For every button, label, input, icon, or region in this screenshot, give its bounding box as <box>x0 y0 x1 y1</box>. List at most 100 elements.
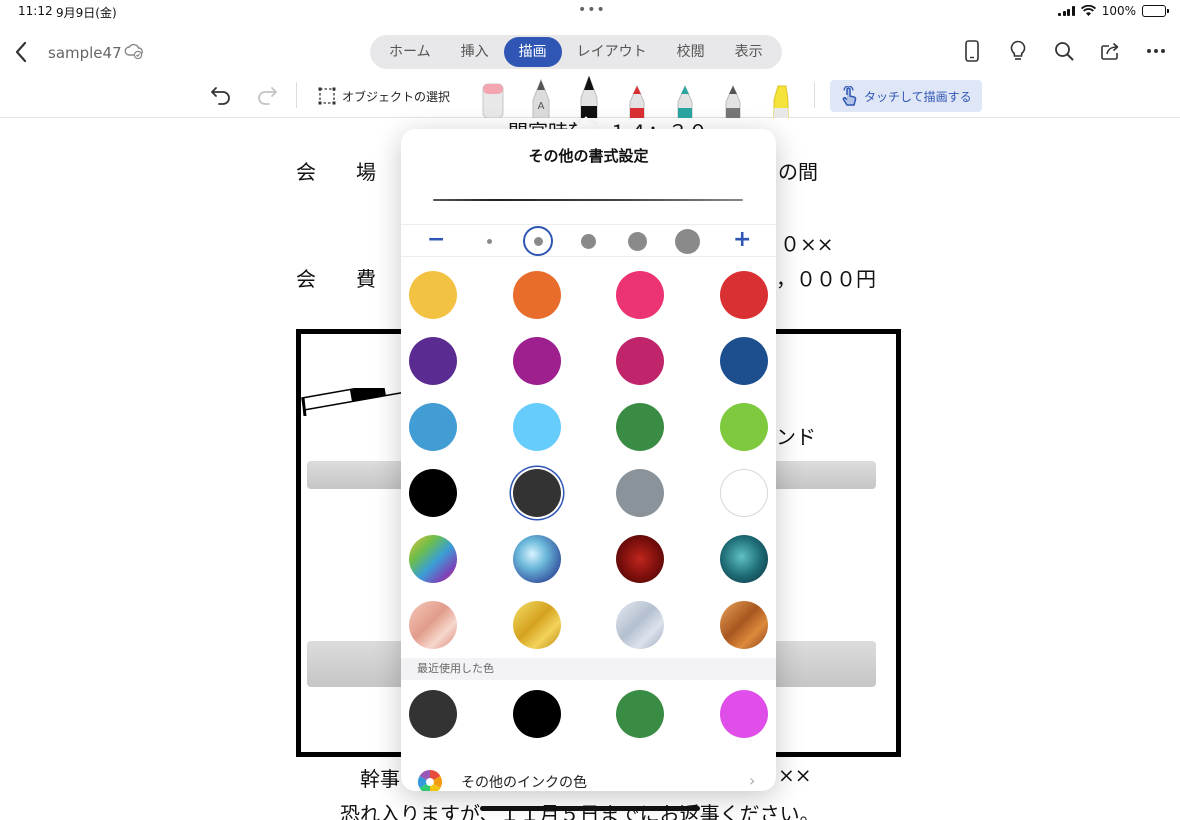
battery-percent: 100% <box>1101 4 1136 18</box>
share-icon[interactable] <box>1098 38 1122 64</box>
home-indicator[interactable] <box>480 806 700 811</box>
recent-color-swatch[interactable] <box>616 690 664 738</box>
doc-text-phone: ０×× <box>780 232 834 256</box>
tab-view[interactable]: 表示 <box>720 37 778 67</box>
ink-pen-drawing <box>301 388 407 417</box>
doc-text-venue-label: 会 場 <box>296 160 376 184</box>
toolbar-divider <box>296 82 297 108</box>
status-time: 11:12 <box>18 4 53 18</box>
touch-to-draw-label: タッチして描画する <box>864 89 972 104</box>
tab-layout[interactable]: レイアウト <box>562 37 662 67</box>
back-button[interactable] <box>10 38 34 66</box>
finger-touch-icon <box>842 86 857 106</box>
form-input-bar <box>768 641 876 687</box>
form-input-bar <box>768 461 876 489</box>
color-wheel-icon <box>417 770 443 791</box>
lightbulb-icon[interactable] <box>1006 38 1030 64</box>
form-input-bar <box>307 641 407 687</box>
redo-icon <box>254 82 280 112</box>
texture-swatch-gold[interactable] <box>513 601 561 649</box>
texture-swatch-rose-gold[interactable] <box>409 601 457 649</box>
thickness-increase-button[interactable]: + <box>733 229 751 251</box>
color-swatch[interactable] <box>616 469 664 517</box>
select-objects-label: オブジェクトの選択 <box>342 89 451 104</box>
doc-text-organizer-label: 幹事 <box>360 767 400 791</box>
eraser-icon[interactable] <box>476 76 510 119</box>
recent-color-swatch[interactable] <box>513 690 561 738</box>
pen-tray: A <box>476 74 798 119</box>
more-ink-colors-label: その他のインクの色 <box>461 775 587 791</box>
color-swatch[interactable] <box>513 337 561 385</box>
touch-to-draw-button[interactable]: タッチして描画する <box>830 80 982 112</box>
texture-swatch-bronze[interactable] <box>720 601 768 649</box>
form-input-bar <box>307 461 407 489</box>
more-ink-colors-button[interactable]: その他のインクの色 › <box>417 769 755 791</box>
document-title[interactable]: sample47 <box>48 44 122 62</box>
color-swatch[interactable] <box>720 337 768 385</box>
highlighter-icon[interactable] <box>764 76 798 119</box>
mobile-view-icon[interactable] <box>960 38 984 64</box>
tab-draw[interactable]: 描画 <box>503 37 562 67</box>
chevron-right-icon: › <box>749 771 756 790</box>
pen-red-icon[interactable] <box>620 76 654 119</box>
multitasking-dots-icon[interactable]: ••• <box>578 2 606 18</box>
color-swatch[interactable] <box>720 271 768 319</box>
color-swatch[interactable] <box>409 337 457 385</box>
more-formatting-popover: その他の書式設定 − + 最近使用した色 その他のインクの色 › <box>401 129 776 791</box>
pen-teal-icon[interactable] <box>668 76 702 119</box>
svg-text:A: A <box>538 101 545 112</box>
thickness-option[interactable] <box>628 232 647 251</box>
tab-review[interactable]: 校閲 <box>662 37 720 67</box>
color-swatch[interactable] <box>513 403 561 451</box>
status-right: 100% <box>1058 4 1169 18</box>
color-swatch[interactable] <box>616 271 664 319</box>
undo-icon[interactable] <box>208 82 234 112</box>
select-objects-button[interactable]: オブジェクトの選択 <box>318 87 450 105</box>
doc-text-venue-value: の間 <box>778 160 818 184</box>
thickness-option[interactable] <box>487 239 492 244</box>
doc-text-form-right: ンド <box>776 425 816 449</box>
popover-title: その他の書式設定 <box>528 147 649 165</box>
doc-text-fee-value: ，０００円 <box>776 267 876 291</box>
wifi-icon <box>1080 5 1096 16</box>
color-swatch[interactable] <box>409 271 457 319</box>
color-swatch[interactable] <box>720 403 768 451</box>
thickness-option[interactable] <box>675 229 700 254</box>
top-actions <box>960 38 1168 64</box>
status-bar: 11:12 9月9日(金) ••• 100% <box>0 0 1180 24</box>
more-options-icon[interactable] <box>1144 38 1168 64</box>
search-icon[interactable] <box>1052 38 1076 64</box>
color-swatch[interactable] <box>409 469 457 517</box>
color-swatch[interactable] <box>616 403 664 451</box>
texture-swatch-galaxy[interactable] <box>513 535 561 583</box>
chevron-left-icon <box>15 41 27 63</box>
ribbon-tabs: ホーム 挿入 描画 レイアウト 校閲 表示 <box>370 35 782 69</box>
recent-colors-label: 最近使用した色 <box>401 658 776 680</box>
battery-icon <box>1142 5 1169 17</box>
color-swatch[interactable] <box>409 403 457 451</box>
cloud-sync-icon <box>124 42 144 64</box>
texture-swatch-silver[interactable] <box>616 601 664 649</box>
cellular-signal-icon <box>1058 6 1075 16</box>
color-swatch[interactable] <box>616 337 664 385</box>
tab-home[interactable]: ホーム <box>374 37 446 67</box>
color-swatch[interactable] <box>513 469 561 517</box>
status-date: 9月9日(金) <box>56 6 117 20</box>
texture-swatch-lava[interactable] <box>616 535 664 583</box>
doc-text-fee-label: 会 費 <box>296 267 376 291</box>
color-swatch[interactable] <box>720 469 768 517</box>
tab-insert[interactable]: 挿入 <box>446 37 504 67</box>
texture-swatch-rainbow[interactable] <box>409 535 457 583</box>
pen-gray-icon[interactable] <box>716 76 750 119</box>
thickness-dot <box>534 237 543 246</box>
pen-black-icon[interactable] <box>572 74 606 119</box>
texture-swatch-ocean[interactable] <box>720 535 768 583</box>
recent-color-swatch[interactable] <box>720 690 768 738</box>
thickness-decrease-button[interactable]: − <box>427 229 445 251</box>
recent-color-swatch[interactable] <box>409 690 457 738</box>
color-swatch[interactable] <box>513 271 561 319</box>
thickness-option[interactable] <box>581 234 596 249</box>
stroke-preview <box>433 199 743 201</box>
toolbar-divider <box>814 82 815 108</box>
pencil-icon[interactable]: A <box>524 76 558 119</box>
